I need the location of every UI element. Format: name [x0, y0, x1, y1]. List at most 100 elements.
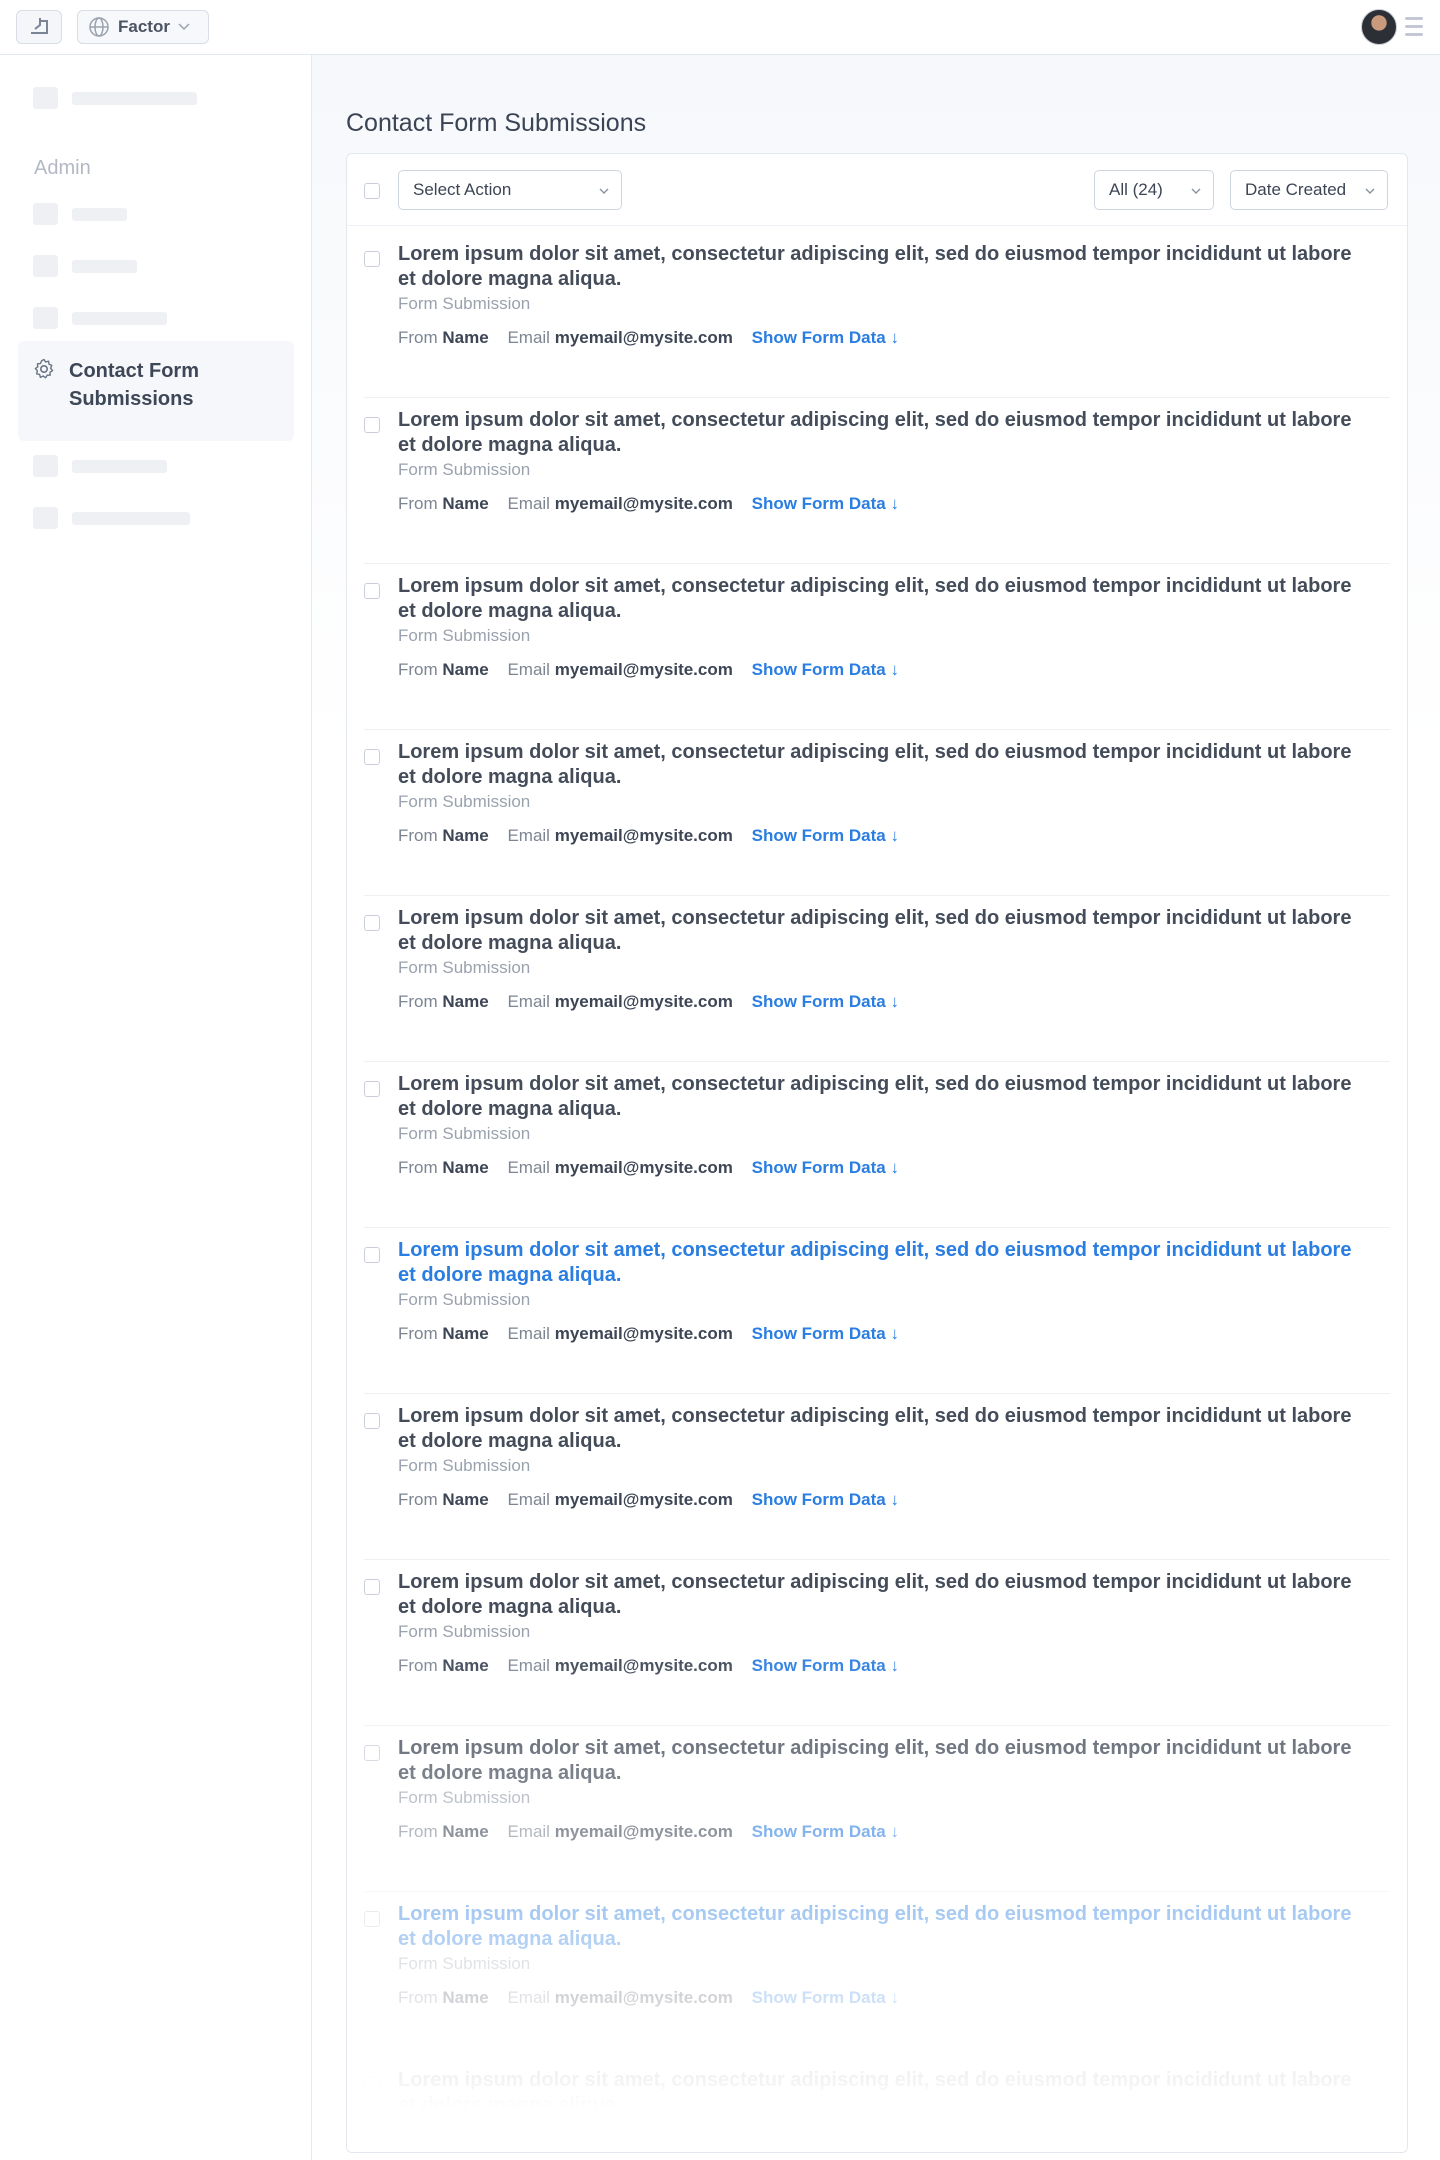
menu-icon[interactable] [1405, 17, 1423, 37]
arrow-down-icon: ↓ [890, 494, 899, 513]
from-label: From [398, 826, 438, 845]
submission-meta: From Name Email myemail@mysite.com Show … [398, 1988, 899, 2008]
item-checkbox[interactable] [364, 1413, 380, 1429]
sidebar-item-placeholder[interactable] [33, 507, 190, 529]
submission-type: Form Submission [398, 1622, 531, 1641]
from-value: Name [442, 494, 489, 513]
item-checkbox[interactable] [364, 2077, 380, 2093]
from-value: Name [442, 1988, 489, 2007]
item-checkbox[interactable] [364, 1579, 380, 1595]
sidebar: Admin Contact Form Submissions [0, 55, 312, 2160]
submission-title[interactable]: Lorem ipsum dolor sit amet, consectetur … [398, 1736, 1358, 1786]
from-label: From [398, 1656, 438, 1675]
arrow-down-icon: ↓ [890, 1822, 899, 1841]
submission-meta: From Name Email myemail@mysite.com Show … [398, 328, 899, 348]
chevron-down-icon [178, 23, 190, 31]
submission-title[interactable]: Lorem ipsum dolor sit amet, consectetur … [398, 1570, 1358, 1620]
sidebar-item-contact-form-submissions[interactable]: Contact Form Submissions [18, 341, 294, 441]
arrow-down-icon: ↓ [890, 1324, 899, 1343]
email-label: Email [507, 992, 550, 1011]
submission-title[interactable]: Lorem ipsum dolor sit amet, consectetur … [398, 1404, 1358, 1454]
submission-title[interactable]: Lorem ipsum dolor sit amet, consectetur … [398, 740, 1358, 790]
email-value: myemail@mysite.com [554, 1324, 733, 1343]
show-form-data-link[interactable]: Show Form Data ↓ [752, 1490, 899, 1509]
submission-type: Form Submission [398, 1290, 531, 1309]
item-checkbox[interactable] [364, 417, 380, 433]
home-button[interactable] [16, 10, 62, 44]
sidebar-item-placeholder[interactable] [33, 455, 167, 477]
show-form-data-link[interactable]: Show Form Data ↓ [752, 826, 899, 845]
list-item: Lorem ipsum dolor sit amet, consectetur … [364, 1228, 1390, 1394]
sidebar-section-label: Admin [34, 157, 91, 179]
submission-title[interactable]: Lorem ipsum dolor sit amet, consectetur … [398, 1238, 1358, 1288]
show-form-data-link[interactable]: Show Form Data ↓ [752, 328, 899, 347]
submissions-panel: Select Action All (24) Date Created Lore… [346, 153, 1408, 2153]
sidebar-item-placeholder[interactable] [33, 307, 167, 329]
submission-meta: From Name Email myemail@mysite.com Show … [398, 1822, 899, 1842]
email-value: myemail@mysite.com [554, 826, 733, 845]
item-checkbox[interactable] [364, 915, 380, 931]
submission-title[interactable]: Lorem ipsum dolor sit amet, consectetur … [398, 2068, 1358, 2118]
site-switcher[interactable]: Factor [77, 10, 209, 44]
item-checkbox[interactable] [364, 1911, 380, 1927]
show-form-data-link[interactable]: Show Form Data ↓ [752, 1988, 899, 2007]
show-form-data-link[interactable]: Show Form Data ↓ [752, 1158, 899, 1177]
gear-icon [34, 358, 54, 379]
submission-type: Form Submission [398, 460, 531, 479]
item-checkbox[interactable] [364, 1081, 380, 1097]
submission-title[interactable]: Lorem ipsum dolor sit amet, consectetur … [398, 1902, 1358, 1952]
email-value: myemail@mysite.com [554, 1158, 733, 1177]
from-value: Name [442, 1656, 489, 1675]
show-form-data-link[interactable]: Show Form Data ↓ [752, 1324, 899, 1343]
submission-title[interactable]: Lorem ipsum dolor sit amet, consectetur … [398, 1072, 1358, 1122]
filter-select[interactable]: All (24) [1094, 170, 1214, 210]
email-value: myemail@mysite.com [554, 328, 733, 347]
arrow-down-icon: ↓ [890, 1656, 899, 1675]
from-label: From [398, 1490, 438, 1509]
from-label: From [398, 494, 438, 513]
list-toolbar: Select Action All (24) Date Created [347, 154, 1407, 226]
submission-type: Form Submission [398, 294, 531, 313]
submission-meta: From Name Email myemail@mysite.com Show … [398, 826, 899, 846]
show-form-data-link[interactable]: Show Form Data ↓ [752, 1822, 899, 1841]
select-all-checkbox[interactable] [364, 183, 380, 199]
from-value: Name [442, 992, 489, 1011]
item-checkbox[interactable] [364, 583, 380, 599]
submission-type: Form Submission [398, 2120, 531, 2139]
email-value: myemail@mysite.com [554, 1988, 733, 2007]
bulk-action-value: Select Action [413, 180, 512, 199]
email-value: myemail@mysite.com [554, 992, 733, 1011]
submission-title[interactable]: Lorem ipsum dolor sit amet, consectetur … [398, 574, 1358, 624]
email-value: myemail@mysite.com [554, 494, 733, 513]
show-form-data-link[interactable]: Show Form Data ↓ [752, 494, 899, 513]
item-checkbox[interactable] [364, 1745, 380, 1761]
email-value: myemail@mysite.com [554, 660, 733, 679]
submission-title[interactable]: Lorem ipsum dolor sit amet, consectetur … [398, 408, 1358, 458]
item-checkbox[interactable] [364, 749, 380, 765]
item-checkbox[interactable] [364, 251, 380, 267]
email-label: Email [507, 1158, 550, 1177]
show-form-data-link[interactable]: Show Form Data ↓ [752, 660, 899, 679]
arrow-down-icon: ↓ [890, 660, 899, 679]
submission-meta: From Name Email myemail@mysite.com Show … [398, 1490, 899, 1510]
from-value: Name [442, 1822, 489, 1841]
list-item: Lorem ipsum dolor sit amet, consectetur … [364, 896, 1390, 1062]
sidebar-item-placeholder[interactable] [33, 87, 197, 109]
page-title: Contact Form Submissions [346, 109, 647, 137]
from-label: From [398, 1822, 438, 1841]
sidebar-item-placeholder[interactable] [33, 203, 127, 225]
email-value: myemail@mysite.com [554, 1822, 733, 1841]
show-form-data-link[interactable]: Show Form Data ↓ [752, 992, 899, 1011]
submission-meta: From Name Email myemail@mysite.com Show … [398, 992, 899, 1012]
submission-title[interactable]: Lorem ipsum dolor sit amet, consectetur … [398, 242, 1358, 292]
from-value: Name [442, 1490, 489, 1509]
bulk-action-select[interactable]: Select Action [398, 170, 622, 210]
submission-title[interactable]: Lorem ipsum dolor sit amet, consectetur … [398, 906, 1358, 956]
user-avatar[interactable] [1361, 9, 1397, 45]
chevron-down-icon [1191, 188, 1201, 194]
show-form-data-link[interactable]: Show Form Data ↓ [752, 1656, 899, 1675]
sort-select[interactable]: Date Created [1230, 170, 1388, 210]
list-item: Lorem ipsum dolor sit amet, consectetur … [364, 1726, 1390, 1892]
sidebar-item-placeholder[interactable] [33, 255, 137, 277]
item-checkbox[interactable] [364, 1247, 380, 1263]
